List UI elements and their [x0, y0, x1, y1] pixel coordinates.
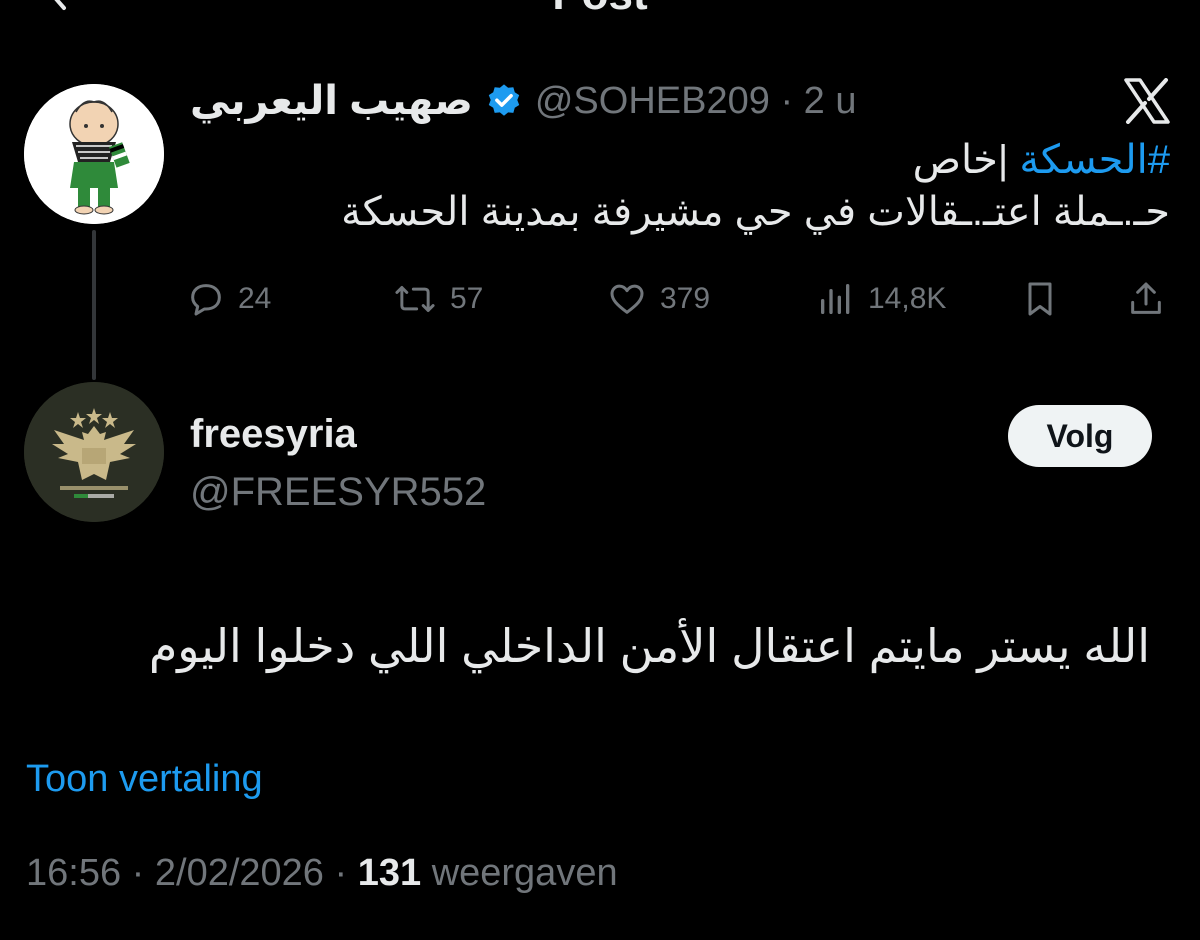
repost-button[interactable]: 57	[392, 275, 483, 323]
reply-author-name[interactable]: freesyria	[190, 412, 357, 457]
tweet-time[interactable]: 16:56	[26, 852, 121, 894]
tweet-date[interactable]: 2/02/2026	[155, 852, 324, 894]
reply-icon	[191, 284, 221, 316]
bookmark-icon	[1028, 282, 1052, 316]
tweet-meta-row: 16:56 · 2/02/2026 · 131 weergaven	[26, 852, 618, 894]
reply-count: 24	[238, 282, 272, 315]
share-icon	[1131, 282, 1161, 314]
page-title: Post	[0, 0, 1200, 20]
views-count: 14,8K	[868, 282, 947, 315]
thread-connector-line	[92, 230, 96, 380]
quoted-tweet-line-2: حـ.ـملة اعتـ.ـقالات في حي مشيرفة بمدينة …	[341, 190, 1170, 234]
quoted-author-name[interactable]: صهيب اليعربي	[190, 78, 473, 124]
quoted-tweet-text: #الحسكة |خاص حـ.ـملة اعتـ.ـقالات في حي م…	[220, 134, 1170, 238]
eagle-emblem-icon	[24, 382, 164, 522]
post-page: Post صهيب اليعربي	[0, 0, 1200, 940]
x-logo-icon[interactable]	[1122, 78, 1172, 124]
tweet-views-count: 131	[357, 852, 422, 894]
quoted-tweet-actions: 24 57 379 14,8K	[186, 275, 1176, 323]
like-count: 379	[660, 282, 711, 315]
repost-count: 57	[450, 282, 484, 315]
quoted-tweet-line-1: #الحسكة |خاص	[912, 138, 1170, 182]
views-button[interactable]: 14,8K	[816, 275, 946, 323]
repost-icon	[395, 286, 435, 312]
quoted-author-row: صهيب اليعربي @SOHEB209 · 2 u	[190, 76, 856, 126]
reply-button[interactable]: 24	[186, 275, 271, 323]
like-icon	[610, 284, 644, 314]
reply-author-avatar[interactable]	[24, 382, 164, 522]
top-header: Post	[0, 0, 1200, 24]
verified-badge-icon	[488, 84, 520, 116]
show-translation-link[interactable]: Toon vertaling	[26, 758, 263, 801]
quoted-author-handle[interactable]: @SOHEB209 · 2 u	[535, 80, 857, 123]
reply-author-handle[interactable]: @FREESYR552	[190, 470, 486, 515]
bookmark-button[interactable]	[1020, 275, 1060, 323]
reply-tweet-text: الله يستر مايتم اعتقال الأمن الداخلي الل…	[148, 620, 1150, 672]
views-icon	[821, 284, 850, 314]
hashtag-link[interactable]: #الحسكة	[1019, 138, 1170, 182]
quoted-author-avatar[interactable]	[24, 84, 164, 224]
cartoon-avatar-icon	[24, 84, 164, 224]
tweet-views-label: weergaven	[431, 852, 618, 894]
like-button[interactable]: 379	[606, 275, 710, 323]
follow-button[interactable]: Volg	[1008, 405, 1152, 467]
share-button[interactable]	[1126, 275, 1166, 323]
